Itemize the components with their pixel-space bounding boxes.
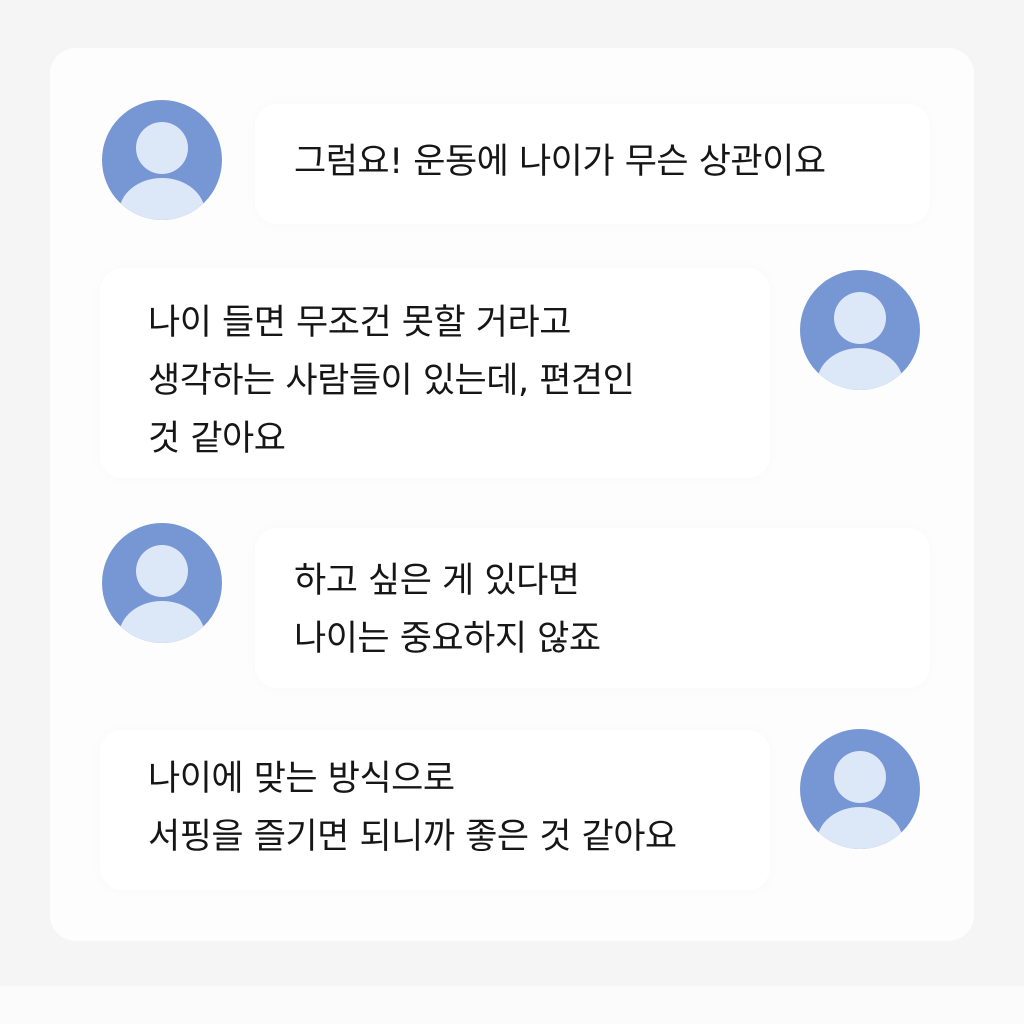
avatar-body <box>817 807 903 849</box>
message-text-3: 하고 싶은 게 있다면 나이는 중요하지 않죠 <box>294 561 601 659</box>
message-text-1: 그럼요! 운동에 나이가 무슨 상관이요 <box>294 142 826 182</box>
avatar-body <box>119 178 205 220</box>
avatar-body <box>817 348 903 390</box>
bottom-band <box>0 986 1024 1024</box>
user-avatar-icon <box>800 729 920 849</box>
avatar-head <box>136 545 188 597</box>
user-avatar-icon <box>800 270 920 390</box>
avatar-body <box>119 601 205 643</box>
message-text-4: 나이에 맞는 방식으로 서핑을 즐기면 되니까 좋은 것 같아요 <box>148 759 677 857</box>
avatar-head <box>834 292 886 344</box>
avatar-head <box>136 122 188 174</box>
message-text-2: 나이 들면 무조건 못할 거라고 생각하는 사람들이 있는데, 편견인 것 같아… <box>148 303 635 459</box>
user-avatar-icon <box>102 523 222 643</box>
user-avatar-icon <box>102 100 222 220</box>
avatar-head <box>834 751 886 803</box>
